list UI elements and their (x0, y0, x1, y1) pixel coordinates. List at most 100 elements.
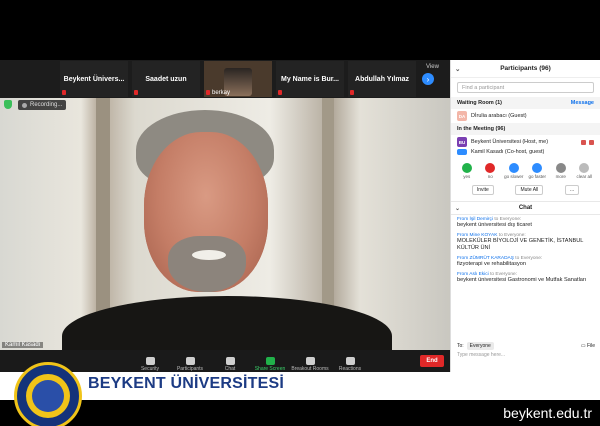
mic-muted-icon (206, 90, 210, 95)
view-button[interactable]: View (426, 64, 439, 70)
chat-title: Chat (518, 205, 533, 211)
chat-text: beykent üniversitesi dış ticaret (457, 222, 532, 228)
university-logo (14, 362, 82, 426)
panel-title: Participants (96) (500, 65, 551, 72)
participant-name: Dİrulia arabacı (Guest) (471, 113, 527, 119)
speaker-mouth (192, 250, 226, 260)
file-label: File (586, 343, 595, 349)
screen: Beykent Ünivers... Saadet uzun berkay My… (0, 0, 600, 426)
rewind-icon (508, 163, 519, 173)
clear-icon (579, 163, 590, 173)
reactions-button[interactable]: Reactions (330, 357, 370, 372)
no-button[interactable]: no (479, 163, 501, 179)
more-options-button[interactable]: ... (564, 185, 580, 195)
chat-text: MOLEKÜLER BİYOLOJİ VE GENETİK, İSTANBUL … (457, 238, 584, 251)
chat-message: From İşil Demirçi to Everyone: beykent ün… (451, 215, 600, 231)
recording-label: Recording... (30, 102, 63, 108)
participants-button[interactable]: Participants (170, 357, 210, 372)
fast-forward-icon (532, 163, 543, 173)
chat-text: beykent üniversitesi Gastronomi ve Mutfa… (457, 277, 587, 283)
waiting-room-section[interactable]: Waiting Room (1) Message (451, 97, 600, 109)
shield-icon (145, 357, 155, 365)
grid-icon (305, 357, 315, 365)
thumbnail-beykent[interactable]: Beykent Ünivers... (60, 61, 128, 97)
mic-muted-icon (589, 139, 594, 145)
reaction-label: go faster (528, 174, 546, 179)
university-name: BEYKENT ÜNİVERSİTESİ (88, 375, 285, 392)
thumbnail-burak[interactable]: My Name is Bur... (276, 61, 344, 97)
security-shield-icon (4, 100, 12, 109)
thumbnail-name: Abdullah Yılmaz (355, 75, 409, 83)
chat-message: From Mine KOYAK to Everyone: MOLEKÜLER Bİ… (451, 231, 600, 254)
waiting-participant-row[interactable]: DA Dİrulia arabacı (Guest) (451, 109, 600, 123)
share-screen-icon (265, 357, 275, 365)
chat-message: From ZÜMRÜT KARADAŞ to Everyone: fizyoter… (451, 254, 600, 270)
thumbnail-abdullah[interactable]: Abdullah Yılmaz (348, 61, 416, 97)
speaker-name-tag: Kamil Kasadı (2, 342, 44, 348)
mic-muted-icon (350, 90, 354, 95)
share-screen-button[interactable]: Share Screen (250, 357, 290, 372)
smiley-icon (345, 357, 355, 365)
clear-all-button[interactable]: clear all (573, 163, 595, 179)
to-label: To: (457, 343, 464, 349)
go-slower-button[interactable]: go slower (503, 163, 525, 179)
university-url: beykent.edu.tr (503, 405, 592, 421)
yes-button[interactable]: yes (456, 163, 478, 179)
logo-ring (26, 374, 70, 418)
active-speaker-video: Recording... Kamil Kasadı (0, 98, 450, 350)
chat-recipient-row: To: Everyone ▭ File (457, 342, 595, 350)
chat-message: From Aslı Ekici to Everyone: beykent üniv… (451, 270, 600, 286)
chat-text: fizyoterapi ve rehabilitasyon (457, 261, 527, 267)
chevron-down-icon[interactable]: ⌄ (455, 65, 460, 73)
panel-header: ⌄ Participants (96) (451, 60, 600, 78)
reaction-label: clear all (576, 174, 592, 179)
speaker-shirt (62, 296, 392, 350)
mic-muted-icon (62, 90, 66, 95)
security-button[interactable]: Security (130, 357, 170, 372)
next-page-icon[interactable]: › (422, 73, 434, 85)
participant-name: Kamil Kasadı (Co-host, guest) (471, 149, 545, 155)
participant-status-icons (581, 139, 594, 145)
people-icon (185, 357, 195, 365)
chat-icon (225, 357, 235, 365)
thumbnail-name: Beykent Ünivers... (63, 75, 125, 83)
message-button[interactable]: Message (571, 100, 594, 106)
thumbnail-name: My Name is Bur... (281, 75, 339, 83)
recording-indicator[interactable]: Recording... (18, 100, 67, 110)
logo-core (32, 380, 64, 412)
recipient-select[interactable]: Everyone (466, 342, 494, 350)
thumbnail-name: Saadet uzun (145, 75, 187, 83)
invite-button[interactable]: Invite (471, 185, 494, 195)
find-participant-input[interactable]: Find a participant (457, 82, 594, 93)
go-faster-button[interactable]: go faster (526, 163, 548, 179)
file-button[interactable]: ▭ File (581, 343, 595, 349)
in-meeting-label: In the Meeting (96) (457, 126, 506, 132)
participants-panel: ⌄ Participants (96) Find a participant Wa… (450, 60, 600, 372)
waiting-room-label: Waiting Room (1) (457, 100, 503, 106)
avatar (457, 149, 467, 155)
video-off-icon (581, 139, 586, 145)
thumbnail-berkay[interactable]: berkay (204, 61, 272, 97)
more-button[interactable]: more (550, 163, 572, 179)
chat-button[interactable]: Chat (210, 357, 250, 372)
participant-name: Beykent Üniversitesi (Host, me) (471, 139, 549, 145)
cohost-participant-row[interactable]: Kamil Kasadı (Co-host, guest) (451, 149, 600, 157)
recording-icon (22, 102, 27, 108)
reaction-label: more (555, 174, 566, 179)
thumbnail-saadet[interactable]: Saadet uzun (132, 61, 200, 97)
breakout-rooms-button[interactable]: Breakout Rooms (290, 357, 330, 372)
thumbnail-strip: Beykent Ünivers... Saadet uzun berkay My… (0, 60, 450, 98)
end-meeting-button[interactable]: End (420, 355, 444, 367)
reaction-label: yes (463, 174, 471, 179)
avatar: BU (457, 137, 467, 147)
in-meeting-section[interactable]: In the Meeting (96) (451, 123, 600, 135)
chat-input[interactable]: Type message here... (457, 352, 505, 358)
university-footer: BEYKENT ÜNİVERSİTESİ beykent.edu.tr (0, 362, 600, 426)
speaker-beard (168, 236, 246, 292)
x-icon (485, 163, 496, 173)
more-icon (555, 163, 566, 173)
mute-all-button[interactable]: Mute All (515, 185, 544, 195)
chevron-down-icon[interactable]: ⌄ (455, 205, 460, 212)
host-participant-row[interactable]: BU Beykent Üniversitesi (Host, me) (451, 135, 600, 149)
mic-muted-icon (134, 90, 138, 95)
